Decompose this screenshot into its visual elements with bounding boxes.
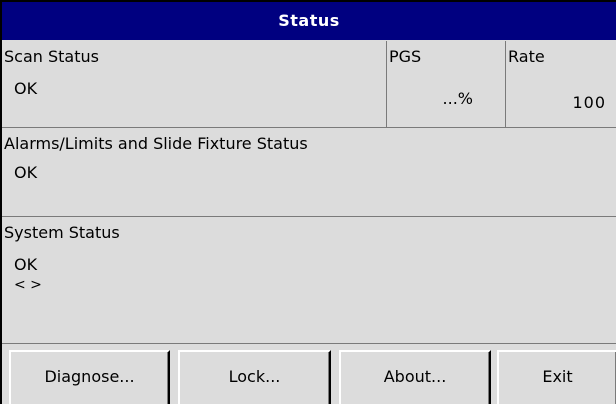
alarms-value: OK bbox=[14, 163, 38, 182]
button-bar: Diagnose... Lock... About... Exit bbox=[2, 344, 616, 404]
rate-value: 100 bbox=[572, 93, 606, 112]
diagnose-button[interactable]: Diagnose... bbox=[9, 350, 170, 404]
pgs-value: ...% bbox=[442, 89, 473, 108]
lock-button[interactable]: Lock... bbox=[178, 350, 331, 404]
scan-status-label: Scan Status bbox=[4, 47, 99, 66]
window-title: Status bbox=[2, 2, 616, 40]
pgs-label: PGS bbox=[389, 47, 422, 66]
status-window: Status Scan Status OK PGS ...% Rate 100 … bbox=[0, 0, 616, 404]
system-panel: System Status OK < > bbox=[2, 217, 616, 343]
rate-label: Rate bbox=[508, 47, 545, 66]
alarms-label: Alarms/Limits and Slide Fixture Status bbox=[4, 134, 308, 153]
rate-panel: Rate 100 bbox=[506, 41, 616, 127]
about-button[interactable]: About... bbox=[339, 350, 491, 404]
pgs-panel: PGS ...% bbox=[387, 41, 505, 127]
system-label: System Status bbox=[4, 223, 120, 242]
scan-status-value: OK bbox=[14, 79, 38, 98]
alarms-panel: Alarms/Limits and Slide Fixture Status O… bbox=[2, 128, 616, 216]
scan-status-panel: Scan Status OK bbox=[2, 41, 386, 127]
system-value: OK bbox=[14, 255, 38, 274]
exit-button[interactable]: Exit bbox=[497, 350, 616, 404]
system-extra-value: < > bbox=[14, 277, 42, 293]
